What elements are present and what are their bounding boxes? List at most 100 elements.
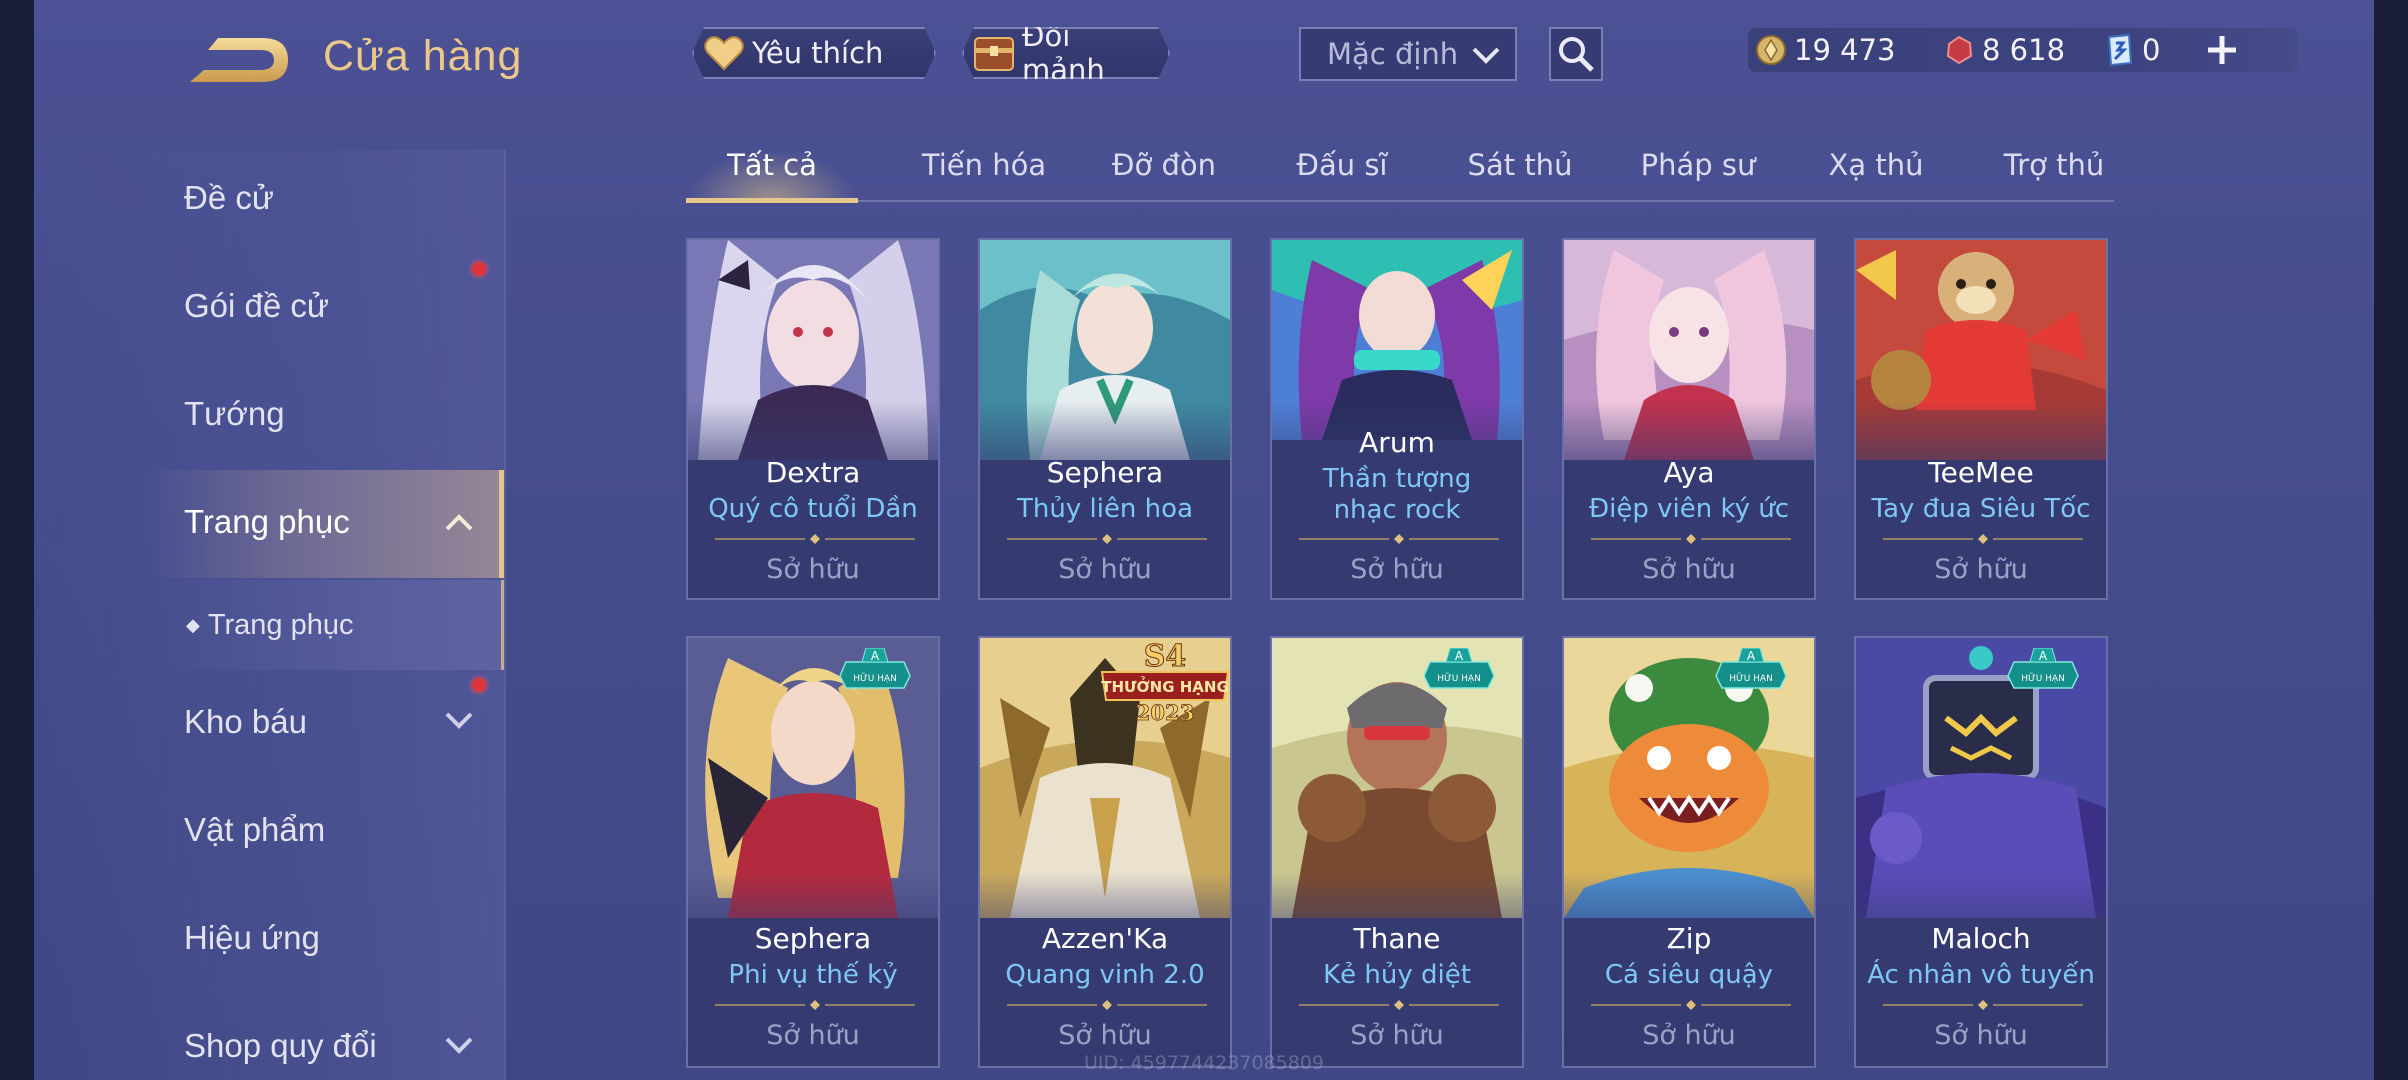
sidebar-item-treasure[interactable]: Kho báu <box>184 703 307 741</box>
skin-name: Kẻ hủy diệt <box>1323 960 1471 990</box>
hero-name: Zip <box>1666 922 1712 955</box>
tab-all[interactable]: Tất cả <box>686 148 858 182</box>
hero-name: Arum <box>1359 426 1435 459</box>
ornament-divider <box>1883 534 2083 544</box>
owned-status: Sở hữu <box>1058 554 1152 585</box>
limited-badge: A HỮU HẠN <box>839 648 911 689</box>
owned-status: Sở hữu <box>1934 554 2028 585</box>
badge-text: HỮU HẠN <box>2021 672 2065 684</box>
owned-status: Sở hữu <box>766 554 860 585</box>
notification-dot <box>472 262 486 276</box>
sidebar-item-items[interactable]: Vật phẩm <box>184 811 325 849</box>
chevron-down-icon <box>1472 47 1500 64</box>
badge-text: HỮU HẠN <box>1729 672 1773 684</box>
chevron-down-icon <box>445 712 473 729</box>
skin-card[interactable]: A HỮU HẠN Thane Kẻ hủy diệt Sở hữu <box>1270 636 1524 1068</box>
exchange-label: Đổi mảnh <box>1022 19 1105 87</box>
owned-status: Sở hữu <box>1058 1020 1152 1051</box>
tab-assassin[interactable]: Sát thủ <box>1430 148 1610 182</box>
hero-name: Thane <box>1353 922 1441 955</box>
hero-name: Dextra <box>765 456 861 489</box>
owned-status: Sở hữu <box>1350 1020 1444 1051</box>
hero-name: Aya <box>1663 456 1715 489</box>
skin-card[interactable]: A HỮU HẠN Maloch Ác nhân vô tuyến Sở hữu <box>1854 636 2108 1068</box>
ornament-divider <box>1299 534 1499 544</box>
sidebar-item-recommended[interactable]: Đề cử <box>184 179 274 217</box>
sort-dropdown[interactable]: Mặc định <box>1299 27 1517 81</box>
skin-card[interactable]: S4 THƯỞNG HẠNG 2023 Azzen'Ka Quang vinh … <box>978 636 1232 1068</box>
favorites-label: Yêu thích <box>752 36 884 70</box>
back-button[interactable] <box>184 30 294 90</box>
sort-value: Mặc định <box>1327 37 1459 71</box>
skin-name: Quang vinh 2.0 <box>1005 960 1205 990</box>
limited-badge: A HỮU HẠN <box>1423 648 1495 689</box>
skin-card[interactable]: Aya Điệp viên ký ức Sở hữu <box>1562 238 1816 600</box>
chevron-down-icon <box>445 1037 473 1054</box>
tab-fighter[interactable]: Đấu sĩ <box>1252 148 1432 182</box>
skin-card[interactable]: A HỮU HẠN Zip Cá siêu quậy Sở hữu <box>1562 636 1816 1068</box>
ornament-divider <box>1007 1000 1207 1010</box>
notification-dot <box>472 678 486 692</box>
voucher-amount: 0 <box>2142 33 2161 67</box>
active-tab-underline <box>686 198 858 203</box>
owned-status: Sở hữu <box>1350 554 1444 585</box>
banner-season: S4 <box>1144 639 1187 674</box>
tab-support[interactable]: Trợ thủ <box>1964 148 2144 182</box>
gold-balance: 19 473 <box>1754 28 1895 72</box>
back-arrow-icon <box>190 38 288 82</box>
hero-name: TeeMee <box>1928 456 2034 489</box>
ornament-divider <box>1591 534 1791 544</box>
ornament-divider <box>715 534 915 544</box>
gem-amount: 8 618 <box>1982 33 2066 67</box>
gold-coin-icon <box>1754 33 1788 67</box>
plus-icon <box>2208 36 2236 64</box>
skin-name: Ác nhân vô tuyến <box>1867 960 2095 990</box>
sidebar-subitem-skins[interactable]: ◆ Trang phục <box>186 609 353 642</box>
skin-card[interactable]: Dextra Quý cô tuổi Dần Sở hữu <box>686 238 940 600</box>
uid-watermark: UID: 4597744237085809 <box>1084 1052 1324 1074</box>
banner-year: 2023 <box>1136 700 1194 725</box>
skin-card[interactable]: Sephera Thủy liên hoa Sở hữu <box>978 238 1232 600</box>
owned-status: Sở hữu <box>1934 1020 2028 1051</box>
skin-name: Điệp viên ký ức <box>1588 494 1790 524</box>
voucher-balance: 0 <box>2102 28 2160 72</box>
owned-status: Sở hữu <box>1642 554 1736 585</box>
gem-balance: 8 618 <box>1942 28 2065 72</box>
sidebar-item-recommended-bundles[interactable]: Gói đề cử <box>184 287 329 325</box>
skin-card[interactable]: TeeMee Tay đua Siêu Tốc Sở hữu <box>1854 238 2108 600</box>
skin-name: Cá siêu quậy <box>1604 960 1774 990</box>
search-button[interactable] <box>1549 27 1603 81</box>
tabs-divider <box>686 200 2114 202</box>
hero-name: Sephera <box>1046 456 1164 489</box>
diamond-bullet-icon: ◆ <box>186 615 200 635</box>
badge-grade: A <box>1455 649 1464 663</box>
limited-badge: A HỮU HẠN <box>2007 648 2079 689</box>
ornament-divider <box>715 1000 915 1010</box>
skin-card[interactable]: Arum Thần tượng nhạc rock Sở hữu <box>1270 238 1524 600</box>
skin-card[interactable]: A HỮU HẠN Sephera Phi vụ thế kỷ Sở hữu <box>686 636 940 1068</box>
ornament-divider <box>1591 1000 1791 1010</box>
hero-name: Sephera <box>754 922 872 955</box>
search-icon <box>1559 37 1594 72</box>
sidebar-item-heroes[interactable]: Tướng <box>184 395 285 433</box>
favorites-button[interactable]: Yêu thích <box>692 27 936 79</box>
sidebar-item-skins[interactable]: Trang phục <box>184 503 350 541</box>
hero-name: Azzen'Ka <box>1041 922 1169 955</box>
badge-grade: A <box>871 649 880 663</box>
tab-evolution[interactable]: Tiến hóa <box>894 148 1074 182</box>
sidebar-item-exchange-shop[interactable]: Shop quy đổi <box>184 1027 377 1065</box>
sidebar-item-effects[interactable]: Hiệu ứng <box>184 919 320 957</box>
gold-amount: 19 473 <box>1794 33 1896 67</box>
skin-name: Thủy liên hoa <box>1017 494 1193 524</box>
ornament-divider <box>1883 1000 2083 1010</box>
badge-text: HỮU HẠN <box>853 672 897 684</box>
add-currency-button[interactable] <box>2200 28 2244 72</box>
tab-tank[interactable]: Đỡ đòn <box>1074 148 1254 182</box>
skin-name: Quý cô tuổi Dần <box>708 494 918 524</box>
page-title: Cửa hàng <box>323 32 523 80</box>
tab-marksman[interactable]: Xạ thủ <box>1786 148 1966 182</box>
sidebar-subitem-label: Trang phục <box>207 609 354 641</box>
treasure-chest-icon <box>972 31 1016 75</box>
exchange-shards-button[interactable]: Đổi mảnh <box>962 27 1170 79</box>
tab-mage[interactable]: Pháp sư <box>1608 148 1788 182</box>
